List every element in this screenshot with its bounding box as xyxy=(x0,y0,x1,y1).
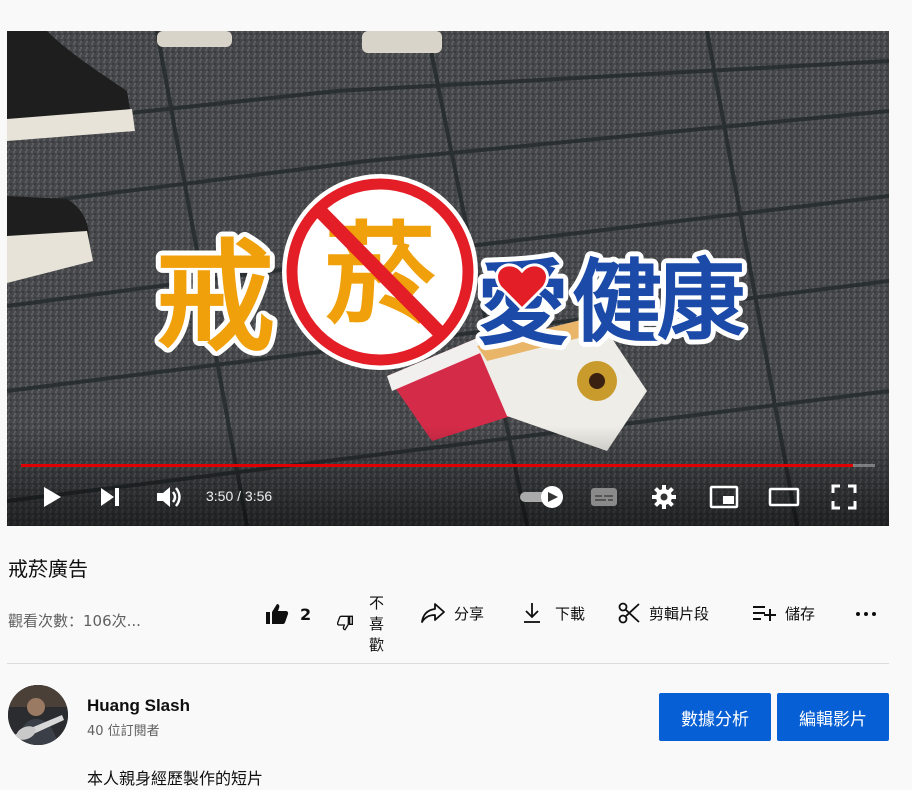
settings-button[interactable] xyxy=(647,481,681,513)
gear-icon xyxy=(652,485,676,509)
theater-icon xyxy=(768,487,800,507)
subtitles-button[interactable] xyxy=(587,481,621,513)
play-button[interactable] xyxy=(37,481,67,513)
save-label: 儲存 xyxy=(785,604,816,623)
divider xyxy=(7,663,889,664)
scissors-icon xyxy=(618,602,640,624)
volume-icon xyxy=(157,487,181,507)
volume-button[interactable] xyxy=(152,481,186,513)
overlay-char: 戒 xyxy=(155,229,275,368)
save-button[interactable]: 儲存 xyxy=(751,601,815,625)
more-actions-button[interactable] xyxy=(854,604,878,624)
subscriber-count: 40 位訂閱者 xyxy=(87,724,160,739)
autoplay-toggle[interactable] xyxy=(517,481,565,513)
dislike-char: 歡 xyxy=(369,636,385,654)
fullscreen-button[interactable] xyxy=(827,481,861,513)
analytics-button[interactable]: 數據分析 xyxy=(659,693,771,741)
dislike-label: 不 喜 歡 xyxy=(369,593,384,656)
dislike-char: 喜 xyxy=(369,615,385,633)
download-label: 下載 xyxy=(555,604,586,623)
fullscreen-icon xyxy=(831,484,857,510)
download-button[interactable]: 下載 xyxy=(521,601,585,625)
more-horizontal-icon xyxy=(856,612,876,616)
progress-played xyxy=(21,464,853,467)
overlay-char: 康 xyxy=(657,249,745,352)
overlay-char: 健 xyxy=(572,250,662,355)
thumbs-down-icon xyxy=(337,615,353,631)
subtitles-icon xyxy=(591,488,617,506)
thumbs-up-icon xyxy=(266,604,289,624)
dislike-button[interactable]: 不 喜 歡 xyxy=(337,593,384,656)
next-button[interactable] xyxy=(95,481,125,513)
playlist-add-icon xyxy=(753,606,776,621)
channel-avatar[interactable] xyxy=(8,685,68,745)
avatar-photo xyxy=(8,685,68,745)
play-icon xyxy=(44,487,61,507)
download-icon xyxy=(524,603,540,623)
theater-mode-button[interactable] xyxy=(767,481,801,513)
channel-name[interactable]: Huang Slash xyxy=(87,696,190,716)
video-player[interactable]: 菸 戒 愛 健 康 3:50 / 3:56 xyxy=(7,31,889,526)
share-label: 分享 xyxy=(454,604,485,623)
like-count: 2 xyxy=(300,604,312,624)
autoplay-icon xyxy=(520,486,563,508)
miniplayer-icon xyxy=(709,485,739,509)
time-display: 3:50 / 3:56 xyxy=(206,488,273,504)
like-button[interactable]: 2 xyxy=(265,602,311,626)
clip-label: 剪輯片段 xyxy=(649,604,710,623)
share-button[interactable]: 分享 xyxy=(420,601,484,625)
progress-bar[interactable] xyxy=(21,464,875,467)
clip-button[interactable]: 剪輯片段 xyxy=(617,601,709,625)
video-title: 戒菸廣告 xyxy=(8,557,88,581)
video-description: 本人親身經歷製作的短片 xyxy=(87,769,264,788)
skip-next-icon xyxy=(101,488,119,506)
edit-video-button[interactable]: 編輯影片 xyxy=(777,693,889,741)
miniplayer-button[interactable] xyxy=(707,481,741,513)
dislike-char: 不 xyxy=(369,594,385,612)
video-frame: 菸 戒 愛 健 康 xyxy=(7,31,889,526)
share-icon xyxy=(421,603,445,623)
view-count[interactable]: 觀看次數：106次... xyxy=(8,610,141,631)
